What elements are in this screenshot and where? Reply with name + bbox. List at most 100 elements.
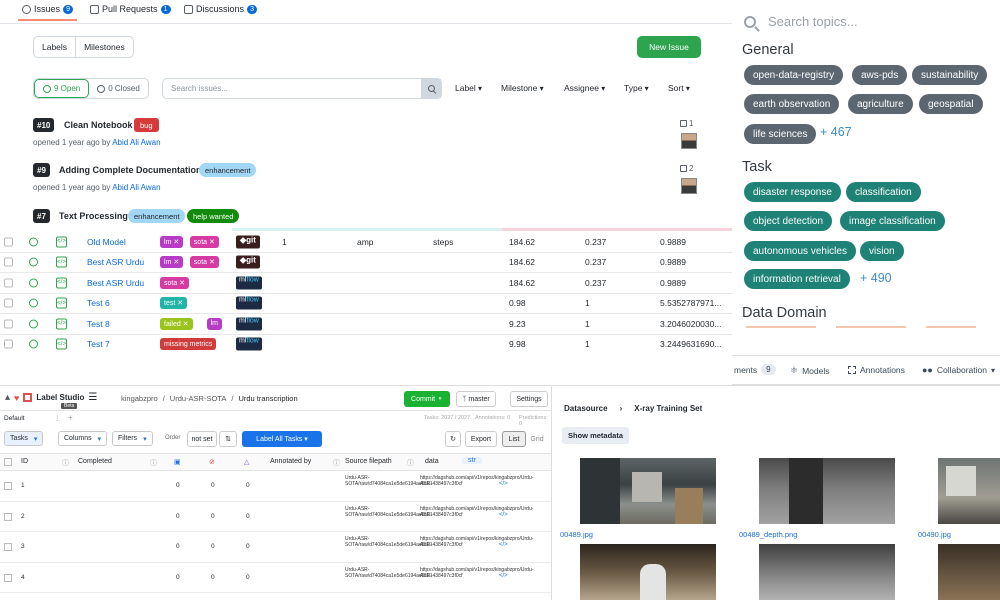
- menu-icon[interactable]: ☰: [88, 392, 97, 403]
- code-icon[interactable]: </>: [56, 318, 67, 330]
- row-checkbox[interactable]: [4, 339, 13, 349]
- thumbnail-image[interactable]: [580, 458, 716, 524]
- table-row[interactable]: </> Best ASR Urdu sota ✕ mlflow 184.62 0.237 0…: [0, 273, 732, 294]
- add-tab-icon[interactable]: +: [68, 413, 73, 422]
- experiment-tag[interactable]: missing metrics: [160, 338, 217, 351]
- export-button[interactable]: Export: [465, 431, 497, 447]
- experiment-name-link[interactable]: Test 8: [87, 319, 110, 329]
- experiment-tag[interactable]: sota ✕: [189, 256, 219, 269]
- col-id[interactable]: ID: [21, 458, 28, 465]
- topic-chip[interactable]: autonomous vehicles: [744, 241, 856, 261]
- issue-title-link[interactable]: Text Processing: [59, 211, 128, 221]
- select-all-checkbox[interactable]: [4, 458, 12, 466]
- columns-dropdown[interactable]: Columns: [58, 431, 108, 446]
- settings-button[interactable]: Settings: [510, 391, 548, 407]
- row-checkbox[interactable]: [4, 278, 13, 288]
- code-icon[interactable]: </>: [56, 277, 67, 289]
- experiment-name-link[interactable]: Test 6: [87, 298, 110, 308]
- tasks-dropdown[interactable]: Tasks: [4, 431, 44, 446]
- avatar[interactable]: [681, 178, 697, 194]
- topic-chip[interactable]: open-data-registry: [744, 65, 844, 85]
- more-topics-link[interactable]: + 467: [820, 125, 852, 139]
- row-checkbox[interactable]: [4, 482, 12, 490]
- experiment-tag[interactable]: sota ✕: [189, 235, 219, 248]
- code-icon[interactable]: </>: [499, 512, 508, 518]
- tab-issues[interactable]: Issues 9: [17, 4, 78, 21]
- table-row[interactable]: 4 0 0 0 Urdu-ASR-SOTA/raw/d74084ca1e5de6194a…: [0, 563, 551, 593]
- avatar[interactable]: [681, 133, 697, 149]
- col-data[interactable]: data: [425, 458, 439, 465]
- topic-chip[interactable]: object detection: [744, 211, 833, 231]
- experiment-tag[interactable]: sota ✕: [160, 276, 190, 289]
- filter-type[interactable]: Type: [624, 83, 649, 93]
- nav-item-annotations[interactable]: Annotations: [848, 365, 905, 375]
- issue-label-bug[interactable]: bug: [134, 118, 159, 132]
- tab-pull-requests[interactable]: Pull Requests 1: [90, 4, 171, 14]
- predictions-col-icon[interactable]: △: [244, 458, 249, 466]
- show-metadata-button[interactable]: Show metadata: [562, 427, 630, 444]
- col-annotated-by[interactable]: Annotated by: [270, 458, 311, 465]
- file-name-link[interactable]: 00489_depth.png: [739, 530, 797, 539]
- branch-selector[interactable]: ᛉ master: [456, 391, 496, 407]
- file-name-link[interactable]: 00490.jpg: [918, 530, 951, 539]
- table-row[interactable]: </> Test 8 failed ✕ lm mlflow 9.23 1 3.20460200…: [0, 314, 732, 335]
- sort-direction-icon[interactable]: ⇅: [219, 431, 237, 447]
- topics-search-input[interactable]: Search topics...: [744, 14, 858, 29]
- code-icon[interactable]: </>: [56, 338, 67, 350]
- code-icon[interactable]: </>: [56, 297, 67, 309]
- filters-dropdown[interactable]: Filters: [112, 431, 153, 446]
- issues-search-input[interactable]: Search issues...: [162, 78, 442, 99]
- milestones-button[interactable]: Milestones: [75, 37, 133, 57]
- labels-button[interactable]: Labels: [34, 37, 75, 57]
- breadcrumb-datasource[interactable]: Datasource: [564, 404, 608, 413]
- experiment-tag[interactable]: lm: [206, 317, 222, 330]
- refresh-icon[interactable]: ↻: [445, 431, 461, 447]
- nav-item-collaboration[interactable]: ●● Collaboration ▾: [922, 365, 995, 375]
- issue-label-enhancement[interactable]: enhancement: [128, 209, 186, 223]
- code-icon[interactable]: </>: [56, 256, 67, 268]
- col-source-filepath[interactable]: Source filepath: [345, 458, 392, 465]
- experiment-tag[interactable]: test ✕: [160, 297, 188, 310]
- topic-chip[interactable]: aws-pds: [852, 65, 908, 85]
- experiment-name-link[interactable]: Test 7: [87, 339, 110, 349]
- topic-chip[interactable]: life sciences: [744, 124, 817, 144]
- file-name-link[interactable]: 00489.jpg: [560, 530, 593, 539]
- code-icon[interactable]: </>: [499, 573, 508, 579]
- thumbnail-image[interactable]: [938, 458, 1000, 524]
- label-studio-logo[interactable]: ▴ ♥ Label Studio ☰: [5, 392, 97, 403]
- filter-assignee[interactable]: Assignee: [564, 83, 605, 93]
- topic-chip[interactable]: classification: [846, 182, 921, 202]
- issue-author-link[interactable]: Abid Ali Awan: [112, 138, 160, 147]
- row-checkbox[interactable]: [4, 543, 12, 551]
- row-checkbox[interactable]: [4, 319, 13, 329]
- issues-search-button[interactable]: [421, 79, 441, 98]
- thumbnail-image[interactable]: [938, 544, 1000, 600]
- label-all-tasks-button[interactable]: Label All Tasks ▾: [242, 431, 322, 447]
- tab-discussions[interactable]: Discussions 3: [184, 4, 258, 14]
- experiment-tag[interactable]: lm ✕: [160, 256, 184, 269]
- topic-chip[interactable]: geospatial: [919, 94, 983, 114]
- col-completed[interactable]: Completed: [78, 458, 112, 465]
- code-icon[interactable]: </>: [499, 481, 508, 487]
- closed-issues-button[interactable]: 0 Closed: [89, 79, 148, 98]
- list-view-button[interactable]: List: [502, 431, 526, 447]
- issue-label-help-wanted[interactable]: help wanted: [187, 209, 240, 223]
- tab-menu-icon[interactable]: ⋮: [54, 414, 61, 422]
- topic-chip[interactable]: image classification: [840, 211, 945, 231]
- topic-chip[interactable]: agriculture: [848, 94, 913, 114]
- more-topics-link[interactable]: + 490: [860, 271, 892, 285]
- row-checkbox[interactable]: [4, 237, 13, 247]
- topic-chip[interactable]: sustainability: [912, 65, 988, 85]
- issue-label-enhancement[interactable]: enhancement: [199, 163, 257, 177]
- table-row[interactable]: </> Test 7 missing metrics mlflow 9.98 1 3.244…: [0, 335, 732, 355]
- code-icon[interactable]: </>: [56, 236, 67, 248]
- nav-item-experiments[interactable]: ments 9: [734, 364, 776, 375]
- thumbnail-image[interactable]: [580, 544, 716, 600]
- code-icon[interactable]: </>: [499, 542, 508, 548]
- table-row[interactable]: </> Test 6 test ✕ mlflow 0.98 1 5.5352787971..…: [0, 294, 732, 314]
- thumbnail-image[interactable]: [759, 458, 895, 524]
- topic-chip[interactable]: information retrieval: [744, 269, 850, 289]
- topic-chip[interactable]: vision: [860, 241, 904, 261]
- filter-sort[interactable]: Sort: [668, 83, 690, 93]
- row-checkbox[interactable]: [4, 512, 12, 521]
